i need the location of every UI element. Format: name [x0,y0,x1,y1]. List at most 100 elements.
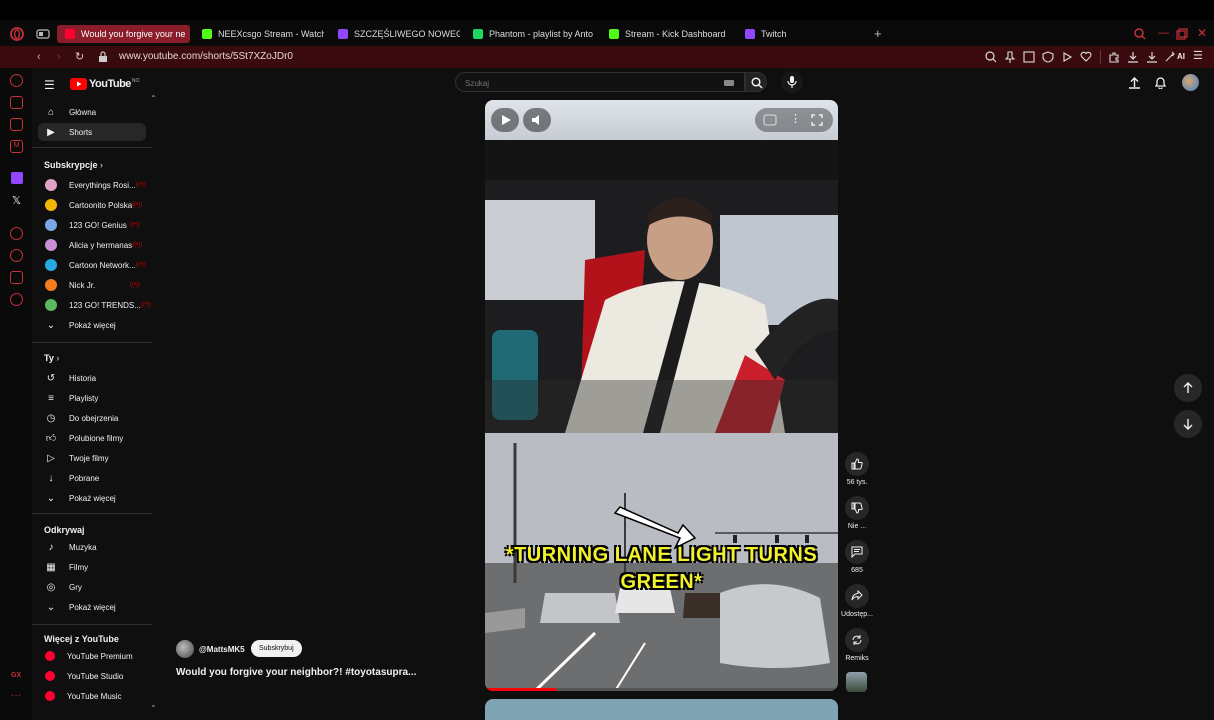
collapse-chevron-icon[interactable]: ⌃ [150,94,157,103]
more-from-youtube-item[interactable]: YouTube Premium [38,647,146,665]
close-window-button[interactable]: ✕ [1197,27,1207,39]
more-from-youtube-item[interactable]: YouTube Music [38,687,146,705]
subscription-item[interactable]: Everythings Rosi... ((•)) [38,176,146,194]
crypto-wallet-icon[interactable] [10,118,23,131]
guide-item[interactable]: ⌄ Pokaż więcej [38,598,146,616]
back-button[interactable]: ‹ [37,51,41,63]
workspace-icon[interactable] [10,96,23,109]
ai-sparkle-icon[interactable] [1164,51,1176,63]
progress-track[interactable] [485,688,838,691]
subscription-item[interactable]: Cartoon Network... ((•)) [38,256,146,274]
account-avatar[interactable] [1182,74,1199,91]
share-button[interactable] [845,584,869,608]
history-rail-icon[interactable] [10,249,23,262]
gx-label[interactable]: GX [11,672,21,679]
zoom-icon[interactable] [985,51,997,63]
voice-search-button[interactable] [781,71,803,93]
snapshot-icon[interactable] [1023,51,1035,63]
browser-tab[interactable]: SZCZĘŚLIWEGO NOWEGO [330,25,460,43]
download-icon[interactable] [1127,51,1139,63]
like-button[interactable] [845,452,869,476]
youtube-logo[interactable]: YouTube NO [70,78,139,90]
player-icon[interactable] [1061,51,1073,63]
remix-button[interactable] [845,628,869,652]
guide-item[interactable]: ⌂ Główna [38,103,146,121]
twitch-icon[interactable] [11,172,23,184]
search-button[interactable] [745,72,767,92]
you-heading[interactable]: Ty › [44,353,59,363]
channel-avatar[interactable] [176,640,194,658]
messenger-icon[interactable]: M [10,140,23,153]
next-short-button[interactable] [1174,410,1202,438]
guide-item[interactable]: ↓ Pobrane [38,469,146,487]
subscriptions-heading[interactable]: Subskrypcje › [44,160,103,170]
scroll-down-chevron-icon[interactable]: ⌄ [150,700,157,709]
subscription-item[interactable]: Nick Jr. ((•)) [38,276,146,294]
search-input[interactable] [465,74,705,93]
guide-item[interactable]: ◷ Do obejrzenia [38,409,146,427]
guide-item[interactable]: ⌄ Pokaż więcej [38,489,146,507]
guide-item[interactable]: ♪ Muzyka [38,538,146,556]
subscription-item[interactable]: 123 GO! TRENDS... ((•)) [38,296,151,314]
previous-short-button[interactable] [1174,374,1202,402]
sound-thumbnail[interactable] [846,672,867,692]
new-tab-button[interactable]: + [874,27,882,40]
search-tabs-icon[interactable] [1134,28,1146,40]
guide-item[interactable]: ◎ Gry [38,578,146,596]
minimize-button[interactable]: — [1158,27,1169,39]
comments-button[interactable] [845,540,869,564]
short-title[interactable]: Would you forgive your neighbor?! #toyot… [176,667,416,678]
subscribe-button[interactable]: Subskrybuj [251,640,302,657]
url-field[interactable]: www.youtube.com/shorts/5St7XZoJDr0 [119,51,293,62]
adblock-shield-icon[interactable] [1042,51,1054,63]
download-icon[interactable] [1146,51,1158,63]
hamburger-menu-icon[interactable]: ☰ [44,78,55,92]
channel-name[interactable]: @MattsMK5 [199,645,245,654]
keyboard-icon[interactable] [724,80,734,86]
notifications-bell-icon[interactable] [1154,76,1167,89]
subscription-item[interactable]: 123 GO! Genius ((•)) [38,216,146,234]
guide-item[interactable]: ≡ Playlisty [38,389,146,407]
more-rail-icon[interactable]: ··· [11,690,21,701]
opera-logo-icon[interactable] [10,27,24,41]
browser-tab[interactable]: Would you forgive your ne [57,25,190,43]
more-from-youtube-item[interactable]: YouTube Studio [38,667,146,685]
guide-item[interactable]: 👍︎ Polubione filmy [38,429,146,447]
extensions-icon[interactable] [1108,51,1120,63]
shorts-video-player[interactable]: *TURNING LANE LIGHT TURNS GREEN* ⋮ [485,100,838,691]
browser-tab[interactable]: Stream - Kick Dashboard [601,25,731,43]
tab-islands-icon[interactable] [36,28,50,40]
play-button[interactable] [491,108,519,132]
aria-ai-label[interactable]: AI [1177,51,1185,63]
subscription-item[interactable]: Alicia y hermanas ((•)) [38,236,146,254]
reload-button[interactable]: ↻ [75,51,84,63]
guide-item[interactable]: ▦ Filmy [38,558,146,576]
captions-icon[interactable] [763,114,777,126]
more-options-icon[interactable]: ⋮ [790,112,801,125]
browser-tab[interactable]: Phantom - playlist by Anto [465,25,595,43]
pin-icon[interactable] [1004,51,1016,63]
browser-tab[interactable]: Twitch [737,25,867,43]
easy-setup-menu-icon[interactable]: ☰ [1193,50,1203,62]
heart-icon[interactable] [1080,51,1092,63]
guide-item[interactable]: ↺ Historia [38,369,146,387]
search-box[interactable] [455,72,745,93]
dislike-button[interactable] [845,496,869,520]
guide-item[interactable]: ⌄ Pokaż więcej [38,316,146,334]
guide-item[interactable]: ▶ Shorts [38,123,146,141]
fullscreen-icon[interactable] [811,114,823,126]
browser-tab[interactable]: NEEXcsgo Stream - Watch [194,25,324,43]
x-twitter-icon[interactable]: 𝕏 [12,194,21,207]
extensions-rail-icon[interactable] [10,271,23,284]
guide-item[interactable]: ▷ Twoje filmy [38,449,146,467]
settings-rail-icon[interactable] [10,293,23,306]
mute-button[interactable] [523,108,551,132]
download-icon: ↓ [48,472,54,484]
forward-button[interactable]: › [57,51,61,63]
maximize-button[interactable] [1176,28,1188,40]
aria-icon[interactable] [10,74,23,87]
next-short-preview[interactable] [485,699,838,720]
upload-icon[interactable] [1128,76,1141,89]
subscription-item[interactable]: Cartoonito Polska ((•)) [38,196,146,214]
player-rail-icon[interactable] [10,227,23,240]
